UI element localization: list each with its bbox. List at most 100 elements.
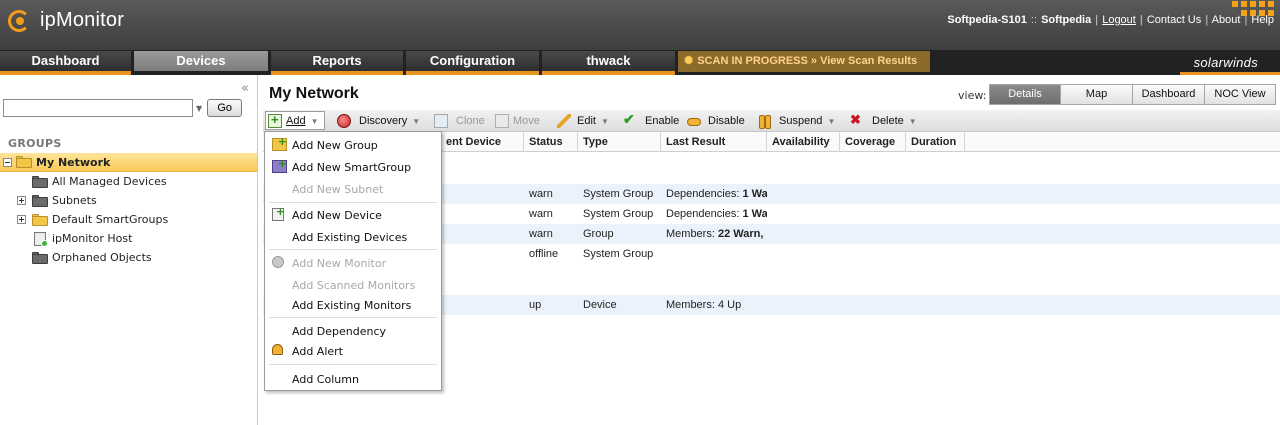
move-icon xyxy=(495,114,509,128)
folder-icon xyxy=(16,156,32,168)
col-coverage[interactable]: Coverage xyxy=(840,132,906,152)
solarwinds-logo: solarwinds xyxy=(1193,55,1258,70)
separator: | xyxy=(1205,14,1209,26)
menu-item-label: Add New Group xyxy=(292,138,378,152)
search-dropdown-icon[interactable]: ▼ xyxy=(196,104,202,113)
scan-spinner-icon: ✺ xyxy=(684,55,694,67)
contact-us-link[interactable]: Contact Us xyxy=(1147,14,1201,26)
col-status[interactable]: Status xyxy=(524,132,578,152)
menu-item-add-new-subnet[interactable]: Add New Subnet xyxy=(265,179,441,199)
go-button[interactable]: Go xyxy=(207,99,243,117)
collapse-panel-icon[interactable]: « xyxy=(241,81,249,96)
menu-item-add-alert[interactable]: Add Alert xyxy=(265,341,441,361)
menu-item-add-scanned-monitors[interactable]: Add Scanned Monitors xyxy=(265,275,441,295)
menu-separator xyxy=(269,249,437,250)
tree-item-orphaned-objects[interactable]: Orphaned Objects xyxy=(0,248,257,267)
discovery-button[interactable]: Discovery ▼ xyxy=(337,113,420,129)
suspend-label: Suspend xyxy=(779,115,823,127)
menu-item-label: Add New Subnet xyxy=(292,182,384,196)
move-button[interactable]: Move xyxy=(495,113,540,129)
menu-item-add-new-smartgroup[interactable]: Add New SmartGroup xyxy=(265,157,441,177)
menu-item-add-existing-devices[interactable]: Add Existing Devices xyxy=(265,227,441,247)
view-dashboard-button[interactable]: Dashboard xyxy=(1133,84,1205,105)
tree-item-default-smartgroups[interactable]: Default SmartGroups xyxy=(0,210,257,229)
col-availability[interactable]: Availability xyxy=(767,132,840,152)
delete-label: Delete xyxy=(872,115,904,127)
system-folder-icon xyxy=(32,251,48,264)
folder-icon xyxy=(32,213,48,226)
enable-label: Enable xyxy=(645,115,680,127)
add-label: Add xyxy=(286,115,306,127)
app-logo[interactable]: ipMonitor xyxy=(6,8,124,32)
menu-item-add-column[interactable]: Add Column xyxy=(265,369,441,389)
view-noc-button[interactable]: NOC View xyxy=(1205,84,1276,105)
chevron-down-icon: ▼ xyxy=(827,116,836,126)
result-text: Dependencies: xyxy=(666,208,740,220)
menu-item-add-new-device[interactable]: Add New Device xyxy=(265,205,441,225)
user-links: Softpedia-S101 :: Softpedia | Logout | C… xyxy=(947,14,1274,26)
menu-item-add-new-group[interactable]: Add New Group xyxy=(265,135,441,155)
expand-toggle-icon[interactable] xyxy=(17,215,26,224)
tab-thwack[interactable]: thwack xyxy=(542,51,675,71)
scan-progress-link[interactable]: ✺ SCAN IN PROGRESS » View Scan Results xyxy=(678,51,930,72)
col-parent-device[interactable]: ent Device xyxy=(441,132,524,152)
menu-separator xyxy=(269,202,437,203)
toolbar: Add ▼ Discovery ▼ Clone Move Edit ▼ xyxy=(263,110,1280,132)
menu-item-label: Add Alert xyxy=(292,344,343,358)
discovery-icon xyxy=(337,114,351,128)
add-button[interactable]: Add ▼ xyxy=(268,112,319,129)
enable-button[interactable]: Enable xyxy=(623,111,680,129)
tree-item-label: My Network xyxy=(36,155,111,169)
edit-label: Edit xyxy=(577,115,596,127)
separator: | xyxy=(1095,14,1099,26)
group-tree: My Network All Managed Devices Subnets D… xyxy=(0,153,257,267)
status-cell: warn xyxy=(529,188,553,200)
menu-item-label: Add Existing Devices xyxy=(292,230,408,244)
col-last-result[interactable]: Last Result xyxy=(661,132,767,152)
tree-item-ipmonitor-host[interactable]: ipMonitor Host xyxy=(0,229,257,248)
clone-button[interactable]: Clone xyxy=(434,113,485,129)
tree-item-subnets[interactable]: Subnets xyxy=(0,191,257,210)
result-suffix: 1 xyxy=(766,228,767,240)
add-icon xyxy=(268,112,282,128)
top-header: ipMonitor Softpedia-S101 :: Softpedia | … xyxy=(0,0,1280,50)
view-details-button[interactable]: Details xyxy=(989,84,1061,105)
tree-item-all-managed-devices[interactable]: All Managed Devices xyxy=(0,172,257,191)
view-label: view: xyxy=(958,89,987,102)
about-link[interactable]: About xyxy=(1212,14,1241,26)
tree-item-my-network[interactable]: My Network xyxy=(0,153,257,172)
expand-toggle-icon[interactable] xyxy=(17,196,26,205)
tab-configuration[interactable]: Configuration xyxy=(406,51,539,71)
type-cell: System Group xyxy=(583,248,654,260)
collapse-toggle-icon[interactable] xyxy=(3,157,12,167)
tab-dashboard[interactable]: Dashboard xyxy=(0,51,131,71)
suspend-button[interactable]: Suspend ▼ xyxy=(759,113,835,129)
menu-item-add-dependency[interactable]: Add Dependency xyxy=(265,321,441,341)
view-map-button[interactable]: Map xyxy=(1061,84,1133,105)
chevron-down-icon: ▼ xyxy=(310,116,319,126)
separator: | xyxy=(1139,14,1143,26)
clone-icon xyxy=(434,114,448,128)
delete-button[interactable]: Delete ▼ xyxy=(850,112,917,129)
tree-item-label: Orphaned Objects xyxy=(52,251,152,264)
menu-item-add-existing-monitors[interactable]: Add Existing Monitors xyxy=(265,295,441,315)
system-folder-icon xyxy=(32,194,48,207)
status-cell: offline xyxy=(529,248,559,260)
tab-reports[interactable]: Reports xyxy=(271,51,403,71)
search-input[interactable] xyxy=(3,99,193,117)
disable-button[interactable]: Disable xyxy=(687,113,745,129)
search-row: ▼ Go xyxy=(3,99,243,117)
separator: :: xyxy=(1030,14,1038,26)
help-link[interactable]: Help xyxy=(1251,14,1274,26)
monitor-add-icon xyxy=(272,256,284,268)
edit-button[interactable]: Edit ▼ xyxy=(557,113,609,129)
col-duration[interactable]: Duration xyxy=(906,132,965,152)
tab-devices[interactable]: Devices xyxy=(134,51,268,71)
col-type[interactable]: Type xyxy=(578,132,661,152)
result-cell: Members: 22 Warn, 1 xyxy=(661,224,767,244)
menu-separator xyxy=(269,364,437,365)
logout-link[interactable]: Logout xyxy=(1102,14,1136,26)
main-nav: Dashboard Devices Reports Configuration … xyxy=(0,50,1280,75)
add-dropdown-menu: Add New Group Add New SmartGroup Add New… xyxy=(264,131,442,391)
menu-item-add-new-monitor[interactable]: Add New Monitor xyxy=(265,253,441,273)
